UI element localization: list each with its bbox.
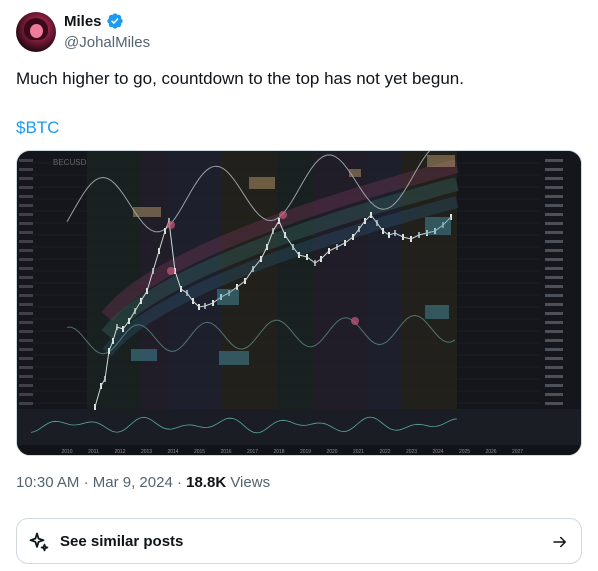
chart-x-tick-label: 2025 (459, 449, 470, 455)
chart-x-tick-label: 2019 (300, 449, 311, 455)
tweet-time[interactable]: 10:30 AM (16, 474, 79, 491)
meta-separator: · (176, 474, 187, 491)
chart-x-tick-label: 2022 (379, 449, 390, 455)
chart-x-tick-label: 2027 (512, 449, 523, 455)
author-name-row: Miles (64, 12, 124, 30)
verified-badge-icon (106, 13, 123, 29)
chart-watermark: BECUSD (53, 158, 87, 167)
tweet-meta: 10:30 AM · Mar 9, 2024 · 18.8K Views (16, 474, 270, 491)
author-handle[interactable]: @JohalMiles (64, 34, 150, 51)
chart-x-tick-label: 2020 (326, 449, 337, 455)
author-display-name[interactable]: Miles (64, 13, 102, 30)
views-count: 18.8K (186, 474, 227, 491)
chart-x-tick-label: 2012 (114, 449, 125, 455)
chart-x-tick-label: 2021 (353, 449, 364, 455)
chart-x-tick-label: 2026 (485, 449, 496, 455)
tweet-date[interactable]: Mar 9, 2024 (93, 474, 173, 491)
chart-x-tick-label: 2013 (141, 449, 152, 455)
views-label: Views (230, 474, 271, 491)
arrow-right-icon (553, 536, 566, 548)
chart-x-tick-label: 2024 (432, 449, 443, 455)
cashtag-link[interactable]: $BTC (16, 118, 59, 138)
chart-svg: BECUSD 2010 2011 2012 2013 2014 2015 2016 2017 2… (17, 151, 581, 455)
sparkle-icon (29, 532, 49, 552)
meta-separator: · (83, 474, 93, 491)
chart-x-tick-label: 2015 (194, 449, 205, 455)
tweet-text: Much higher to go, countdown to the top … (16, 69, 464, 88)
see-similar-posts-label: See similar posts (60, 533, 184, 550)
chart-image[interactable]: BECUSD 2010 2011 2012 2013 2014 2015 2016 2017 2… (16, 150, 582, 456)
see-similar-posts-button[interactable]: See similar posts (16, 518, 582, 564)
chart-x-tick-label: 2023 (406, 449, 417, 455)
chart-x-tick-label: 2011 (88, 449, 99, 455)
chart-x-tick-label: 2014 (167, 449, 178, 455)
chart-x-tick-label: 2016 (220, 449, 231, 455)
chart-x-tick-label: 2018 (273, 449, 284, 455)
chart-x-tick-label: 2010 (61, 449, 72, 455)
avatar[interactable] (16, 12, 56, 52)
chart-x-tick-label: 2017 (247, 449, 258, 455)
